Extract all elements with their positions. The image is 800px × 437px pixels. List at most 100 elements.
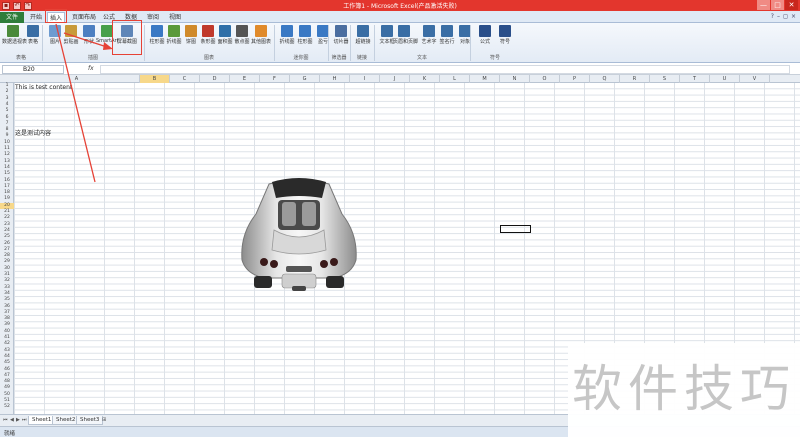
column-header-e[interactable]: E bbox=[230, 75, 260, 83]
group-label-text: 文本 bbox=[416, 55, 427, 61]
pie-chart-icon bbox=[185, 25, 197, 37]
first-sheet-icon[interactable]: ⏮ bbox=[3, 417, 8, 423]
column-header-m[interactable]: M bbox=[470, 75, 500, 83]
ribbon-button-label: 数据透视表 bbox=[2, 39, 28, 45]
ribbon-button-label: 超链接 bbox=[355, 39, 371, 45]
last-sheet-icon[interactable]: ⏭ bbox=[22, 417, 27, 423]
column-header-t[interactable]: T bbox=[680, 75, 710, 83]
column-header-f[interactable]: F bbox=[260, 75, 290, 83]
ribbon-button-equation[interactable]: 公式 bbox=[474, 25, 496, 52]
row-header-52[interactable]: 52 bbox=[0, 404, 14, 410]
group-label-charts: 图表 bbox=[203, 55, 214, 61]
ribbon-button-other-charts[interactable]: 其他图表 bbox=[250, 25, 272, 52]
name-box[interactable]: B20 bbox=[2, 65, 64, 74]
column-header-s[interactable]: S bbox=[650, 75, 680, 83]
column-headers: ABCDEFGHIJKLMNOPQRSTUV bbox=[0, 75, 800, 83]
ribbon-button-hyperlink[interactable]: 超链接 bbox=[352, 25, 374, 52]
column-header-o[interactable]: O bbox=[530, 75, 560, 83]
insert-tab-annotation-box bbox=[45, 9, 67, 23]
column-header-i[interactable]: I bbox=[350, 75, 380, 83]
ribbon-button-pivot-table[interactable]: 数据透视表 bbox=[2, 25, 28, 52]
ribbon-button-symbol[interactable]: 符号 bbox=[494, 25, 516, 52]
group-label-symbols: 符号 bbox=[489, 55, 500, 61]
column-header-r[interactable]: R bbox=[620, 75, 650, 83]
sports-car-picture[interactable] bbox=[234, 174, 364, 292]
tab-file[interactable]: 文件 bbox=[0, 12, 24, 23]
line-chart-icon bbox=[168, 25, 180, 37]
watermark-text: 软件技巧 bbox=[572, 360, 796, 418]
ribbon-button-label: 公式 bbox=[479, 39, 490, 45]
tab-page-layout[interactable]: 页面布局 bbox=[70, 12, 98, 23]
next-sheet-icon[interactable]: ▶ bbox=[16, 417, 20, 423]
sheet-tab-3[interactable]: Sheet3 bbox=[76, 416, 104, 425]
column-chart-icon bbox=[151, 25, 163, 37]
column-header-u[interactable]: U bbox=[710, 75, 740, 83]
sparkline-line-icon bbox=[281, 25, 293, 37]
save-icon[interactable]: ▪ bbox=[2, 1, 10, 10]
bar-chart-icon bbox=[202, 25, 214, 37]
shapes-icon bbox=[83, 25, 95, 37]
column-header-c[interactable]: C bbox=[170, 75, 200, 83]
redo-icon[interactable]: ↷ bbox=[24, 1, 32, 10]
group-label-sparklines: 迷你图 bbox=[293, 55, 309, 61]
clipart-icon bbox=[65, 25, 77, 37]
close-button[interactable]: ✕ bbox=[785, 0, 798, 10]
ribbon-window-controls: ? – ◻ × bbox=[771, 13, 796, 20]
fx-icon[interactable]: fx bbox=[88, 65, 94, 72]
cell-a7[interactable]: 这是测试内容 bbox=[15, 128, 51, 137]
signature-icon bbox=[441, 25, 453, 37]
column-header-b[interactable]: B bbox=[140, 75, 170, 83]
ribbon-button-label: 切片器 bbox=[333, 39, 349, 45]
excel-window: ▪ ↶ ↷ 工作簿1 - Microsoft Excel(产品激活失败) — □… bbox=[0, 0, 800, 437]
scatter-chart-icon bbox=[236, 25, 248, 37]
header-footer-icon bbox=[398, 25, 410, 37]
tab-view[interactable]: 视图 bbox=[167, 12, 183, 23]
column-header-v[interactable]: V bbox=[740, 75, 770, 83]
column-header-d[interactable]: D bbox=[200, 75, 230, 83]
undo-icon[interactable]: ↶ bbox=[13, 1, 21, 10]
screenshot-button-annotation-box bbox=[112, 20, 142, 55]
formula-input[interactable] bbox=[100, 65, 790, 74]
ribbon-button-label: 表格 bbox=[27, 39, 38, 45]
column-header-n[interactable]: N bbox=[500, 75, 530, 83]
column-header-l[interactable]: L bbox=[440, 75, 470, 83]
maximize-button[interactable]: □ bbox=[771, 0, 784, 10]
cell-a1[interactable]: This is test content bbox=[15, 84, 72, 91]
column-header-k[interactable]: K bbox=[410, 75, 440, 83]
group-label-tables: 表格 bbox=[15, 55, 26, 61]
group-label-illustrations: 插图 bbox=[87, 55, 98, 61]
other-charts-icon bbox=[255, 25, 267, 37]
ribbon-button-slicer[interactable]: 切片器 bbox=[330, 25, 352, 52]
ribbon-minimize-icon[interactable]: – bbox=[777, 13, 780, 20]
equation-icon bbox=[479, 25, 491, 37]
tab-home[interactable]: 开始 bbox=[28, 12, 44, 23]
ribbon-button-object[interactable]: 对象 bbox=[454, 25, 476, 52]
column-header-j[interactable]: J bbox=[380, 75, 410, 83]
ribbon-button-label: 对象 bbox=[459, 39, 470, 45]
ribbon-button-header-footer[interactable]: 页眉和页脚 bbox=[393, 25, 418, 52]
title-bar: ▪ ↶ ↷ 工作簿1 - Microsoft Excel(产品激活失败) — □… bbox=[0, 0, 800, 11]
ribbon-close-icon[interactable]: × bbox=[791, 13, 796, 20]
help-icon[interactable]: ? bbox=[771, 13, 774, 20]
tab-review[interactable]: 审阅 bbox=[145, 12, 161, 23]
minimize-button[interactable]: — bbox=[757, 0, 770, 10]
ribbon-button-label: 符号 bbox=[499, 39, 510, 45]
window-title: 工作簿1 - Microsoft Excel(产品激活失败) bbox=[343, 3, 457, 10]
formula-bar: B20 fx bbox=[0, 64, 800, 75]
ribbon-restore-icon[interactable]: ◻ bbox=[783, 13, 788, 20]
ribbon-button-table[interactable]: 表格 bbox=[22, 25, 44, 52]
textbox-icon bbox=[381, 25, 393, 37]
column-header-g[interactable]: G bbox=[290, 75, 320, 83]
table-icon bbox=[27, 25, 39, 37]
selected-cell-box bbox=[500, 225, 531, 233]
hyperlink-icon bbox=[357, 25, 369, 37]
column-header-q[interactable]: Q bbox=[590, 75, 620, 83]
column-header-h[interactable]: H bbox=[320, 75, 350, 83]
area-chart-icon bbox=[219, 25, 231, 37]
status-text: 就绪 bbox=[4, 431, 16, 437]
column-header-p[interactable]: P bbox=[560, 75, 590, 83]
prev-sheet-icon[interactable]: ◀ bbox=[10, 417, 14, 423]
insert-sheet-icon[interactable]: ⊞ bbox=[102, 417, 106, 423]
column-header-a[interactable]: A bbox=[14, 75, 140, 83]
group-label-filter: 筛选器 bbox=[331, 55, 347, 61]
